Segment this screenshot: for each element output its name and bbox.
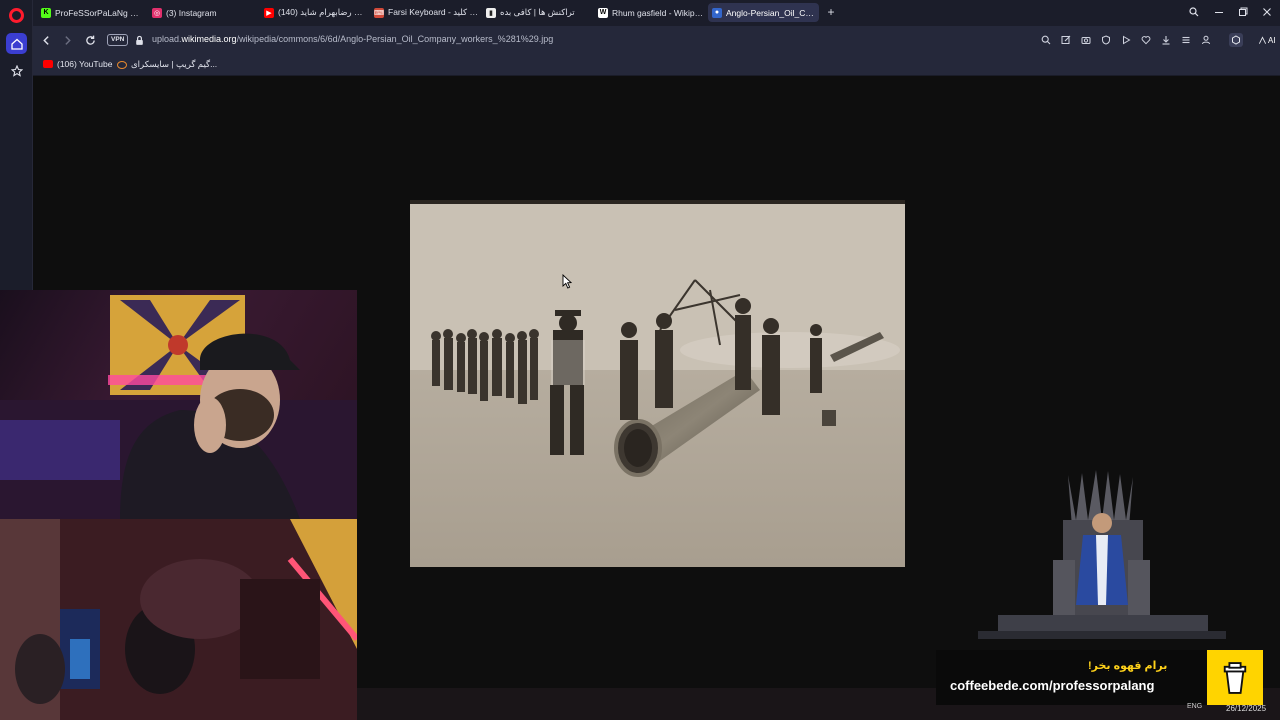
tab-strip: K ProFeSSorPaLaNg Stream ◎ (3) Instagram… xyxy=(33,0,1280,26)
kick-icon: K xyxy=(41,7,51,18)
aria-ai-button[interactable]: AI xyxy=(1255,32,1279,48)
instagram-icon: ◎ xyxy=(152,7,162,18)
streamer-webcam xyxy=(0,290,357,519)
tab-title: Farsi Keyboard - صفحه کلید xyxy=(388,7,478,17)
mouse-cursor-icon xyxy=(562,273,573,289)
tab-title: Rhum gasfield - Wikipedia xyxy=(612,7,704,18)
opera-logo-icon[interactable] xyxy=(9,8,24,23)
tab-active-image[interactable]: ● Anglo-Persian_Oil_Compa xyxy=(708,3,819,22)
bookmark-youtube[interactable]: (106) YouTube xyxy=(43,59,112,69)
url-field[interactable]: upload.wikimedia.org/wikipedia/commons/6… xyxy=(152,34,553,44)
tab-wikipedia[interactable]: W Rhum gasfield - Wikipedia xyxy=(594,3,708,22)
back-icon[interactable] xyxy=(39,33,53,47)
system-date: 26/12/2025 xyxy=(1226,704,1267,713)
donation-text-fa: برام قهوه بخر! xyxy=(1088,660,1168,672)
minimize-icon[interactable] xyxy=(1210,4,1228,20)
tab-title: (140) آهنگ رضابهرام شاید xyxy=(278,7,368,17)
screen: K ProFeSSorPaLaNg Stream ◎ (3) Instagram… xyxy=(0,0,1280,720)
wikipedia-icon: W xyxy=(598,7,608,18)
coffee-cup-icon xyxy=(1207,650,1263,705)
wikimedia-icon: ● xyxy=(712,7,722,18)
url-path: /wikipedia/commons/6/6d/Anglo-Persian_Oi… xyxy=(236,34,554,44)
play-icon[interactable] xyxy=(1119,33,1133,47)
star-icon[interactable] xyxy=(6,60,27,81)
tab-instagram[interactable]: ◎ (3) Instagram xyxy=(148,3,258,22)
heart-icon[interactable] xyxy=(1139,33,1153,47)
keyboard-language[interactable]: ENG xyxy=(1187,703,1202,710)
tab-title: (3) Instagram xyxy=(166,7,217,18)
site-icon xyxy=(117,60,127,69)
close-icon[interactable] xyxy=(1258,4,1276,20)
restore-icon[interactable] xyxy=(1234,4,1252,20)
address-bar: VPN upload.wikimedia.org/wikipedia/commo… xyxy=(33,26,1280,54)
reload-icon[interactable] xyxy=(83,33,97,47)
tab-youtube-song[interactable]: ▶ (140) آهنگ رضابهرام شاید xyxy=(260,3,372,22)
tab-search-icon[interactable] xyxy=(1185,4,1203,20)
bookmarks-bar: (106) YouTube گیم گریپ | سایسکرای... xyxy=(33,54,1280,76)
tab-farsi-keyboard[interactable]: ⌨ Farsi Keyboard - صفحه کلید xyxy=(370,3,482,22)
profile-icon[interactable] xyxy=(1199,33,1213,47)
camera-icon[interactable] xyxy=(1079,33,1093,47)
tab-title: تراکنش ها | کافی بده xyxy=(500,7,575,17)
bookmark-label: گیم گریپ | سایسکرای... xyxy=(131,59,218,69)
opera-sidebar xyxy=(0,0,33,290)
vpn-badge[interactable]: VPN xyxy=(107,34,129,46)
anglo-persian-oil-workers-photo[interactable] xyxy=(410,200,905,567)
bookmark-label: (106) YouTube xyxy=(57,59,113,69)
tab-title: Anglo-Persian_Oil_Compa xyxy=(726,7,815,18)
zoom-icon[interactable] xyxy=(1039,33,1053,47)
tab-kick-stream[interactable]: K ProFeSSorPaLaNg Stream xyxy=(37,3,144,22)
youtube-icon xyxy=(43,60,53,68)
forward-icon[interactable] xyxy=(60,33,74,47)
tab-title: ProFeSSorPaLaNg Stream xyxy=(55,7,140,18)
shield-icon[interactable] xyxy=(1099,33,1113,47)
url-host: wikimedia.org xyxy=(181,34,237,44)
menu-icon[interactable] xyxy=(1179,33,1193,47)
throne-illustration xyxy=(978,470,1226,639)
extension-icon[interactable] xyxy=(1229,33,1243,47)
edit-icon[interactable] xyxy=(1059,33,1073,47)
webcam-illustration xyxy=(0,295,357,519)
tab-coffeebede[interactable]: ▮ تراکنش ها | کافی بده xyxy=(482,3,592,22)
room-camera-illustration xyxy=(0,519,357,720)
coffee-icon: ▮ xyxy=(486,7,496,18)
donation-url: coffeebede.com/professorpalang xyxy=(950,678,1155,693)
iron-throne-overlay xyxy=(978,465,1226,645)
youtube-icon: ▶ xyxy=(264,7,274,18)
ai-label: AI xyxy=(1268,35,1276,45)
url-prefix: upload. xyxy=(152,34,182,44)
new-tab-button[interactable]: + xyxy=(824,5,838,19)
keyboard-icon: ⌨ xyxy=(373,7,385,18)
home-icon[interactable] xyxy=(6,33,27,54)
download-icon[interactable] xyxy=(1159,33,1173,47)
lock-icon[interactable] xyxy=(132,33,146,47)
photo-illustration xyxy=(410,200,905,567)
bookmark-gamegrip[interactable]: گیم گریپ | سایسکرای... xyxy=(117,59,217,70)
room-camera xyxy=(0,519,357,720)
